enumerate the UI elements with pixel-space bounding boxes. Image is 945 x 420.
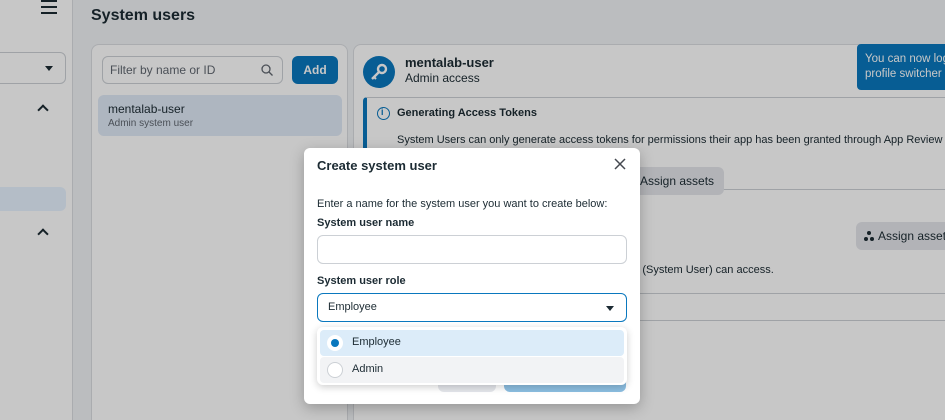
system-user-name-input[interactable] [317, 235, 627, 264]
radio-selected-icon [327, 335, 343, 351]
caret-down-icon [606, 306, 614, 311]
dialog-title: Create system user [317, 158, 437, 173]
role-option-employee[interactable]: Employee [320, 330, 624, 356]
system-user-role-select[interactable]: Employee [317, 293, 627, 322]
system-user-role-label: System user role [317, 275, 406, 287]
role-option-label: Employee [352, 336, 401, 348]
role-option-admin[interactable]: Admin [320, 357, 624, 383]
radio-unselected-icon [327, 362, 343, 378]
role-select-value: Employee [328, 301, 377, 313]
create-system-user-dialog: Create system user Enter a name for the … [304, 148, 640, 404]
system-user-name-label: System user name [317, 217, 415, 229]
role-option-label: Admin [352, 363, 384, 375]
role-dropdown-menu: Employee Admin [317, 327, 627, 385]
close-icon[interactable] [612, 156, 628, 172]
dialog-description: Enter a name for the system user you wan… [317, 198, 608, 210]
